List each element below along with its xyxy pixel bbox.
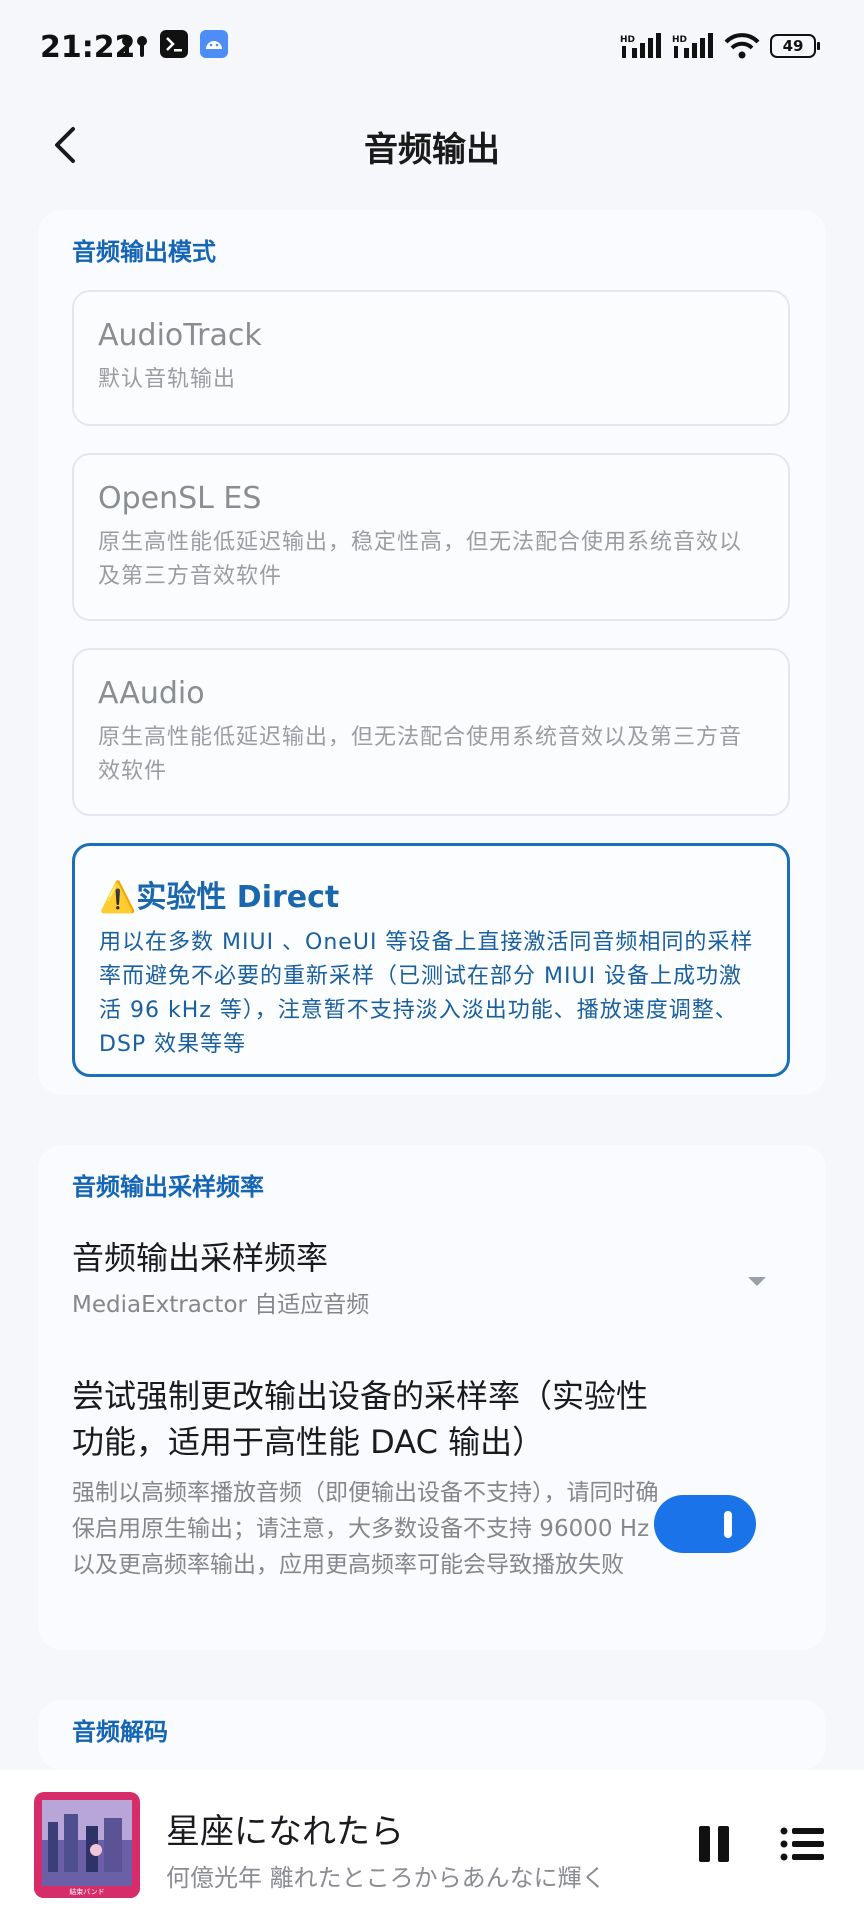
sample-rate-section: 音频输出采样频率 音频输出采样频率 MediaExtractor 自适应音频 尝… [38, 1145, 826, 1650]
mode-title: AudioTrack [98, 318, 262, 353]
pause-icon [699, 1826, 729, 1862]
section-label: 音频解码 [72, 1718, 168, 1746]
earbuds-icon [122, 36, 147, 57]
android-debug-icon [200, 30, 228, 58]
playlist-button[interactable] [780, 1826, 824, 1866]
toggle-thumb [724, 1511, 732, 1538]
album-art[interactable]: 結束バンド [34, 1792, 140, 1898]
playlist-icon [780, 1827, 824, 1861]
hd-signal-icon: HD [620, 33, 661, 58]
app-bar: 音频输出 [0, 100, 864, 190]
dropdown-triangle-icon [748, 1277, 766, 1286]
song-subtitle: 何億光年 離れたところからあんなに輝く [166, 1864, 606, 1892]
mode-title: OpenSL ES [98, 481, 262, 516]
mode-title: ⚠️实验性 Direct [99, 880, 340, 915]
mini-player[interactable]: 結束バンド 星座になれたら 何億光年 離れたところからあんなに輝く [0, 1770, 864, 1920]
mode-option-opensl[interactable]: OpenSL ES 原生高性能低延迟输出，稳定性高，但无法配合使用系统音效以及第… [72, 453, 790, 621]
decode-section: 音频解码 [38, 1700, 826, 1770]
preference-summary: 强制以高频率播放音频（即便输出设备不支持），请同时确保启用原生输出；请注意，大多… [72, 1480, 659, 1578]
output-mode-section: 音频输出模式 AudioTrack 默认音轨输出 OpenSL ES 原生高性能… [38, 210, 826, 1095]
mode-desc: 用以在多数 MIUI 、OneUI 等设备上直接激活同音频相同的采样率而避免不必… [99, 930, 754, 1057]
mode-option-direct[interactable]: ⚠️实验性 Direct 用以在多数 MIUI 、OneUI 等设备上直接激活同… [72, 843, 790, 1077]
page-title: 音频输出 [364, 130, 500, 170]
mode-title: AAudio [98, 676, 205, 711]
wifi-icon [724, 33, 760, 59]
section-label: 音频输出采样频率 [72, 1173, 264, 1201]
album-art-image: 結束バンド [34, 1792, 140, 1898]
preference-summary: MediaExtractor 自适应音频 [72, 1292, 370, 1318]
preference-title: 音频输出采样频率 [72, 1239, 329, 1277]
svg-text:HD: HD [620, 35, 635, 45]
hd-signal-icon: HD [672, 33, 713, 58]
status-right: HD HD 49 [620, 32, 820, 60]
mode-option-aaudio[interactable]: AAudio 原生高性能低延迟输出，但无法配合使用系统音效以及第三方音效软件 [72, 648, 790, 816]
sample-rate-preference[interactable]: 音频输出采样频率 MediaExtractor 自适应音频 [38, 1235, 826, 1345]
status-bar: 21:22 HD HD 49 [0, 0, 864, 100]
section-label: 音频输出模式 [72, 238, 216, 266]
mode-option-audiotrack[interactable]: AudioTrack 默认音轨输出 [72, 290, 790, 426]
mode-desc: 原生高性能低延迟输出，但无法配合使用系统音效以及第三方音效软件 [98, 725, 743, 784]
mode-desc: 原生高性能低延迟输出，稳定性高，但无法配合使用系统音效以及第三方音效软件 [98, 530, 743, 589]
svg-text:HD: HD [672, 35, 687, 45]
preference-title: 尝试强制更改输出设备的采样率（实验性功能，适用于高性能 DAC 输出） [72, 1377, 649, 1461]
force-sample-rate-preference[interactable]: 尝试强制更改输出设备的采样率（实验性功能，适用于高性能 DAC 输出） 强制以高… [38, 1373, 826, 1633]
pause-button[interactable] [696, 1824, 732, 1868]
terminal-icon [160, 30, 188, 58]
album-art-caption: 結束バンド [69, 1887, 104, 1896]
force-sample-rate-toggle[interactable] [654, 1495, 756, 1553]
battery-icon: 49 [770, 34, 820, 58]
song-title: 星座になれたら [166, 1812, 404, 1852]
battery-level: 49 [782, 37, 804, 55]
mode-desc: 默认音轨输出 [98, 367, 237, 392]
